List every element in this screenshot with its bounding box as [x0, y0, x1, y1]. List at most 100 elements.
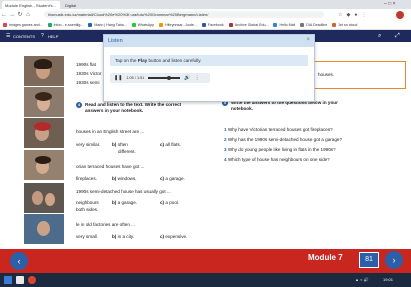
bookmark-label: Archive Global Edu...: [234, 22, 269, 27]
file-explorer-icon[interactable]: [16, 276, 24, 284]
bookmark-item[interactable]: Jet sn cloud: [332, 22, 357, 27]
home-icon[interactable]: ⌂: [24, 11, 32, 19]
page-text: 1930s Victor: [76, 71, 102, 76]
exercise-title: Read and listen to the text. Write the c…: [85, 102, 182, 107]
question-text: Which type of house has neighbours on on…: [227, 157, 330, 162]
tray-icons[interactable]: ▲ ◐ 🔊: [355, 277, 369, 282]
contents-icon: ☰: [6, 32, 11, 39]
bookmark-item[interactable]: WhatsApp: [131, 22, 155, 27]
option-c-text: a garage.: [165, 176, 185, 181]
video-thumbnail[interactable]: [24, 56, 64, 86]
tab-title: Digital: [65, 2, 77, 8]
extension-icon[interactable]: ◆: [346, 12, 350, 18]
audio-time: 1:05 / 1:51: [126, 76, 145, 80]
page-number[interactable]: 81: [359, 252, 379, 268]
bookmark-label: WhatsApp: [137, 22, 155, 27]
extension-icon-2[interactable]: ●: [354, 12, 357, 18]
listen-dialog: Listen × Tap on the Play button and list…: [103, 34, 315, 102]
start-icon[interactable]: [4, 276, 12, 284]
video-thumbnail[interactable]: [24, 118, 64, 148]
audio-player: ❚❚ 1:05 / 1:51 🔊 ⋮: [110, 73, 210, 83]
fullscreen-icon[interactable]: ⤢: [395, 33, 400, 40]
option-b[interactable]: b) windows.: [112, 176, 137, 182]
video-thumbnail[interactable]: [24, 183, 64, 213]
reload-icon[interactable]: ↻: [16, 11, 24, 19]
close-icon[interactable]: ×: [306, 37, 310, 43]
browser-tab[interactable]: Digital: [62, 1, 102, 9]
bookmark-item[interactable]: Infon - e-soentlig...: [47, 22, 83, 27]
back-icon[interactable]: ←: [0, 11, 8, 19]
browser-tab-bar: Module English - Student's... Digital – …: [0, 0, 411, 9]
question-text: Why do young people like living in flats…: [227, 147, 336, 152]
participant-face: [37, 221, 50, 236]
bookmark-item[interactable]: Hibrynnsar - Aude...: [159, 22, 197, 27]
bookmark-item[interactable]: Facebook: [201, 22, 224, 27]
option-c[interactable]: c) expensive.: [160, 234, 187, 240]
video-thumbnail[interactable]: [24, 150, 64, 180]
browser-tab-active[interactable]: Module English - Student's...: [2, 1, 60, 9]
option-c-text: all flats.: [165, 142, 181, 147]
question-number: 3: [224, 147, 227, 152]
audio-progress-handle[interactable]: [167, 75, 172, 80]
option-c[interactable]: c) a pool.: [160, 200, 179, 206]
question-item: 1 Why have Victorian terraced houses got…: [224, 127, 333, 133]
menu-icon[interactable]: ⋮: [361, 12, 366, 18]
option-a[interactable]: very similar.: [76, 142, 100, 148]
option-a[interactable]: neighbours: [76, 200, 99, 206]
exercise-4: 4 Read and listen to the text. Write the …: [76, 102, 206, 114]
forward-icon[interactable]: →: [8, 11, 16, 19]
bookmark-item[interactable]: Images games and...: [3, 22, 43, 27]
bookmark-item[interactable]: DIA Deadline: [300, 22, 327, 27]
option-b-text: often: [117, 142, 128, 147]
option-c[interactable]: c) a garage.: [160, 176, 185, 182]
option-c[interactable]: c) all flats.: [160, 142, 181, 148]
prev-page-button[interactable]: ‹: [10, 252, 28, 270]
question-text: 1990s semi-detached house has usually go…: [76, 189, 171, 194]
option-a[interactable]: fireplaces.: [76, 176, 97, 182]
question-number: 4: [224, 157, 227, 162]
pause-icon[interactable]: ❚❚: [114, 75, 122, 81]
video-thumbnail[interactable]: [24, 214, 64, 244]
chrome-icon[interactable]: [28, 276, 36, 284]
participant-headwear: [34, 122, 51, 131]
audio-progress-bar[interactable]: [148, 75, 181, 80]
url-input[interactable]: hismusik.edu.kz/materiali/Cloud%20e%20%3…: [44, 11, 324, 18]
more-options-icon[interactable]: ⋮: [195, 75, 200, 81]
volume-icon[interactable]: 🔊: [184, 75, 190, 81]
option-b-text: in a city.: [117, 234, 135, 239]
option-a[interactable]: very small.: [76, 234, 98, 240]
option-b[interactable]: b) a garage.: [112, 200, 137, 206]
question-text: Why has the 1990s semi-detached house go…: [227, 137, 342, 142]
contents-button[interactable]: ☰ CONTENTS: [6, 32, 35, 39]
question-item: 3 Why do young people like living in fla…: [224, 147, 336, 153]
exercise-number: 4: [76, 102, 82, 108]
star-icon[interactable]: ☆: [338, 12, 342, 18]
bookmark-item[interactable]: Marin | Hang Taba...: [88, 22, 127, 27]
page-text: 1930s semi: [76, 80, 100, 85]
instruction-text: Tap on the: [115, 58, 138, 63]
option-b[interactable]: b) often: [112, 142, 128, 148]
instruction-text-end: button and listen carefully.: [147, 58, 202, 63]
option-b[interactable]: b) in a city.: [112, 234, 134, 240]
clock[interactable]: 19:01: [383, 277, 393, 282]
dialog-title: Listen: [104, 35, 314, 47]
dialog-instruction: Tap on the Play button and listen carefu…: [110, 55, 308, 66]
participant-hair: [35, 156, 51, 164]
help-label: HELP: [48, 33, 59, 39]
bookmark-item[interactable]: Archive Global Edu...: [228, 22, 269, 27]
question-item: 4 Which type of house has neighbours on …: [224, 157, 330, 163]
option-c-text: expensive.: [165, 234, 188, 239]
option-c-text: a pool.: [165, 200, 180, 205]
page-text: 1990s flat: [76, 62, 96, 67]
bookmark-item[interactable]: Hello Mail: [273, 22, 295, 27]
bookmark-label: Images games and...: [9, 22, 43, 27]
video-thumbnail[interactable]: [24, 87, 64, 117]
bookmarks-bar: Images games and... Infon - e-soentlig..…: [0, 20, 411, 30]
help-button[interactable]: ? HELP: [41, 33, 59, 39]
tab-title: Module English - Student's...: [5, 2, 56, 8]
participant-face: [32, 191, 43, 205]
window-controls[interactable]: – □ ×: [384, 1, 396, 7]
profile-avatar[interactable]: [396, 11, 404, 19]
search-icon[interactable]: ⌕: [378, 33, 381, 40]
next-page-button[interactable]: ›: [385, 251, 403, 269]
